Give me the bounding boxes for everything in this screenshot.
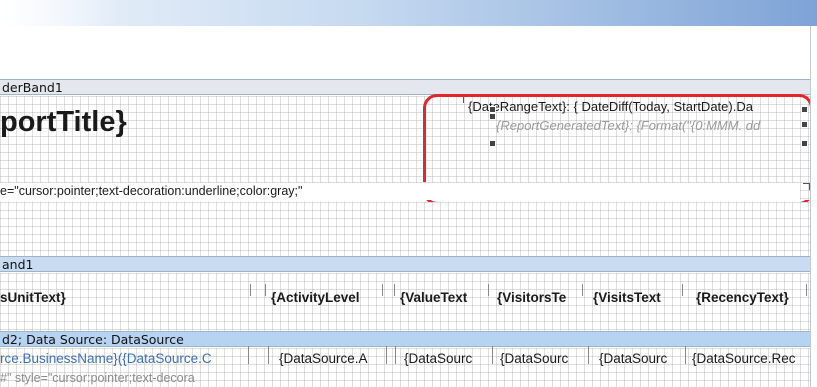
style-attribute-field[interactable]: e="cursor:pointer;text-decoration:underl… bbox=[0, 183, 800, 200]
data-band-label: d2; Data Source: DataSource bbox=[2, 332, 184, 347]
report-designer-canvas[interactable]: derBand1 portTitle} {DateRangeText}: { D… bbox=[0, 26, 817, 387]
spacer-grid bbox=[0, 202, 810, 256]
data-cell-value[interactable]: {DataSourc bbox=[404, 349, 488, 369]
cell-divider bbox=[268, 346, 269, 364]
cell-divider bbox=[492, 346, 493, 364]
column-header-recency[interactable]: {RecencyText} bbox=[696, 288, 806, 308]
cell-divider bbox=[488, 284, 489, 296]
cell-divider bbox=[250, 284, 251, 296]
cell-divider bbox=[588, 346, 589, 364]
data-cell-business-name[interactable]: rce.BusinessName}({DataSource.C bbox=[0, 349, 240, 369]
data-cell-visits[interactable]: {DataSourc bbox=[599, 349, 681, 369]
cell-divider bbox=[682, 284, 683, 296]
page-header-band[interactable]: and1 bbox=[0, 256, 810, 272]
data-band[interactable]: d2; Data Source: DataSource bbox=[0, 331, 810, 347]
window-title-bar bbox=[0, 0, 817, 26]
data-cell-recency[interactable]: {DataSource.Rec bbox=[692, 349, 808, 369]
column-header-unit[interactable]: sUnitText} bbox=[0, 288, 66, 308]
report-title-field[interactable]: portTitle} bbox=[0, 104, 127, 140]
column-header-visits[interactable]: {VisitsText bbox=[593, 288, 677, 308]
title-bar-glow bbox=[0, 0, 120, 26]
cell-divider bbox=[395, 346, 396, 364]
data-cell-visitors[interactable]: {DataSourc bbox=[500, 349, 582, 369]
cell-divider bbox=[806, 284, 807, 296]
cell-divider bbox=[382, 284, 383, 296]
cell-divider bbox=[265, 284, 266, 296]
cell-divider bbox=[248, 346, 249, 364]
field-corner-marker-right bbox=[803, 183, 810, 190]
cell-divider bbox=[582, 284, 583, 296]
cell-divider bbox=[394, 284, 395, 296]
right-edge-panel bbox=[810, 26, 817, 387]
report-header-band[interactable]: derBand1 bbox=[0, 79, 810, 95]
page-header-band-label: and1 bbox=[2, 257, 34, 272]
cell-divider bbox=[386, 346, 387, 364]
cell-divider bbox=[685, 346, 686, 364]
data-cell-activity[interactable]: {DataSource.A bbox=[279, 349, 379, 369]
report-header-band-label: derBand1 bbox=[2, 80, 63, 95]
column-header-visitors[interactable]: {VisitorsTe bbox=[497, 288, 579, 308]
column-header-activity-level[interactable]: {ActivityLevel bbox=[271, 288, 366, 308]
cut-off-style-field[interactable]: #" style="cursor:pointer;text-decora bbox=[0, 370, 260, 387]
column-header-value[interactable]: {ValueText bbox=[400, 288, 486, 308]
